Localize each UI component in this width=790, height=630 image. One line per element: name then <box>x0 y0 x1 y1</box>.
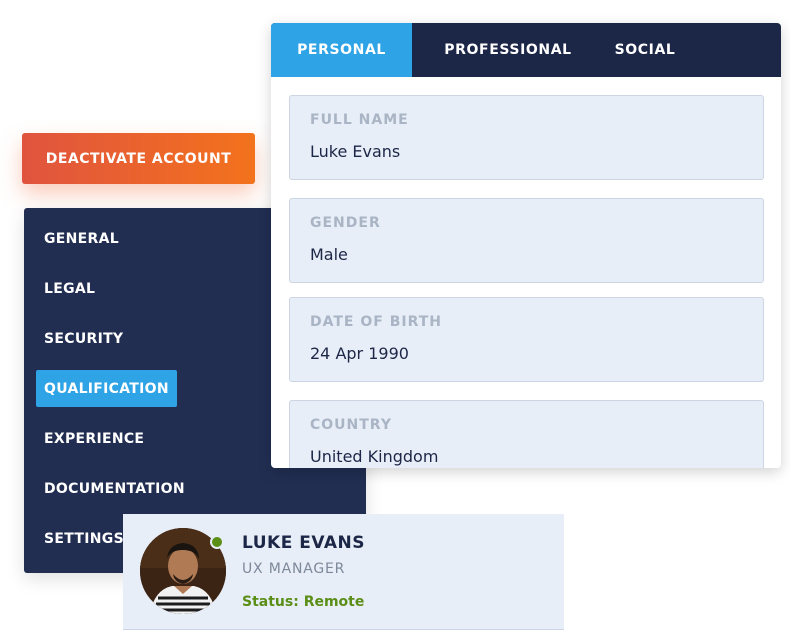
personal-details-card: PERSONAL PROFESSIONAL SOCIAL FULL NAME L… <box>271 23 781 468</box>
full-name-field[interactable]: FULL NAME Luke Evans <box>289 95 764 180</box>
sidebar-item-legal[interactable]: LEGAL <box>36 270 103 307</box>
sidebar-item-documentation[interactable]: DOCUMENTATION <box>36 470 193 507</box>
tab-personal[interactable]: PERSONAL <box>271 23 412 77</box>
sidebar-item-security[interactable]: SECURITY <box>36 320 131 357</box>
deactivate-account-button[interactable]: DEACTIVATE ACCOUNT <box>22 133 255 184</box>
field-value: United Kingdom <box>310 447 439 466</box>
tab-professional[interactable]: PROFESSIONAL <box>435 23 581 77</box>
gender-field[interactable]: GENDER Male <box>289 198 764 283</box>
sidebar-item-qualification[interactable]: QUALIFICATION <box>36 370 177 407</box>
profile-status: Status: Remote <box>242 594 365 610</box>
date-of-birth-field[interactable]: DATE OF BIRTH 24 Apr 1990 <box>289 297 764 382</box>
profile-role: UX MANAGER <box>242 561 346 577</box>
sidebar-item-experience[interactable]: EXPERIENCE <box>36 420 152 457</box>
field-value: 24 Apr 1990 <box>310 344 409 363</box>
field-label: GENDER <box>310 215 381 231</box>
field-label: FULL NAME <box>310 112 409 128</box>
field-value: Luke Evans <box>310 142 401 161</box>
field-value: Male <box>310 245 348 264</box>
online-status-dot <box>210 535 224 549</box>
profile-card: LUKE EVANS UX MANAGER Status: Remote <box>123 514 564 630</box>
sidebar-item-general[interactable]: GENERAL <box>36 220 127 257</box>
tab-social[interactable]: SOCIAL <box>605 23 685 77</box>
country-field[interactable]: COUNTRY United Kingdom <box>289 400 764 468</box>
sidebar-item-settings[interactable]: SETTINGS <box>36 520 132 557</box>
field-label: COUNTRY <box>310 417 392 433</box>
field-label: DATE OF BIRTH <box>310 314 442 330</box>
profile-name: LUKE EVANS <box>242 533 365 553</box>
tab-bar: PERSONAL PROFESSIONAL SOCIAL <box>271 23 781 77</box>
